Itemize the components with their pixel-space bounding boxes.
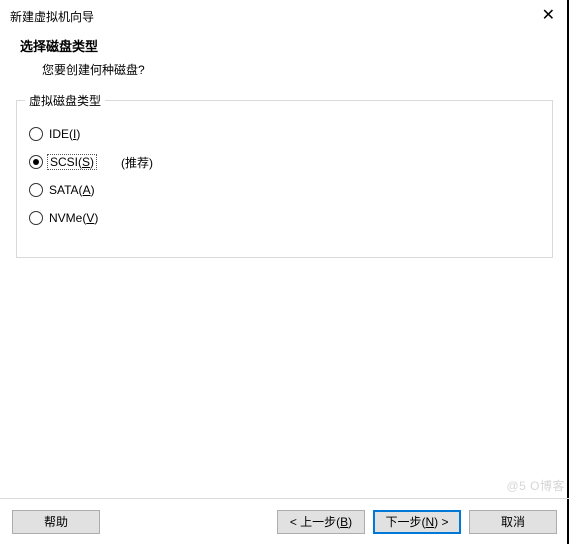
titlebar: 新建虚拟机向导 ✕ (0, 0, 569, 30)
back-button[interactable]: < 上一步(B) (277, 510, 365, 534)
recommend-label: (推荐) (121, 154, 153, 171)
next-button[interactable]: 下一步(N) > (373, 510, 461, 534)
radio-icon (29, 211, 43, 225)
page-subtitle: 您要创建何种磁盘? (20, 61, 559, 78)
close-icon[interactable]: ✕ (538, 8, 559, 24)
radio-icon (29, 183, 43, 197)
radio-label-ide: IDE(I) (49, 127, 80, 141)
radio-option-scsi[interactable]: SCSI(S) (推荐) (29, 153, 540, 171)
radio-label-scsi: SCSI(S) (47, 154, 97, 170)
help-button[interactable]: 帮助 (12, 510, 100, 534)
radio-label-nvme: NVMe(V) (49, 211, 98, 225)
watermark-text: @5 O博客 (506, 477, 565, 494)
content-area: 虚拟磁盘类型 IDE(I) SCSI(S) (推荐) SATA(A) NVMe(… (0, 96, 569, 258)
disk-type-groupbox: 虚拟磁盘类型 IDE(I) SCSI(S) (推荐) SATA(A) NVMe(… (16, 100, 553, 258)
radio-option-ide[interactable]: IDE(I) (29, 125, 540, 143)
page-title: 选择磁盘类型 (20, 36, 559, 55)
groupbox-legend: 虚拟磁盘类型 (25, 92, 105, 109)
radio-option-sata[interactable]: SATA(A) (29, 181, 540, 199)
button-bar: 帮助 < 上一步(B) 下一步(N) > 取消 (0, 498, 569, 544)
radio-icon (29, 127, 43, 141)
cancel-button[interactable]: 取消 (469, 510, 557, 534)
radio-icon (29, 155, 43, 169)
window-title: 新建虚拟机向导 (10, 8, 94, 25)
wizard-header: 选择磁盘类型 您要创建何种磁盘? (0, 30, 569, 96)
radio-option-nvme[interactable]: NVMe(V) (29, 209, 540, 227)
radio-label-sata: SATA(A) (49, 183, 95, 197)
